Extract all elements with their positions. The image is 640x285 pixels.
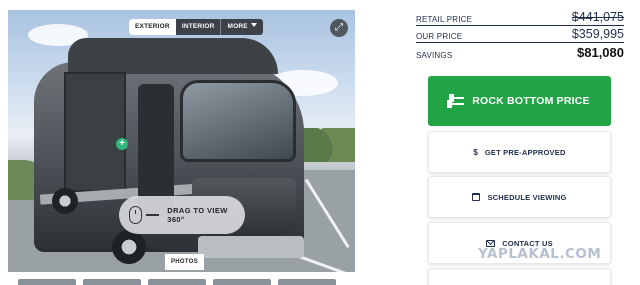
savings-value: $81,080	[577, 45, 624, 60]
rock-bottom-price-label: ROCK BOTTOM PRICE	[472, 95, 590, 107]
savings-row: SAVINGS $81,080	[416, 45, 624, 60]
our-price-label: OUR PRICE	[416, 32, 463, 41]
plus-icon[interactable]: +	[116, 138, 128, 150]
thumbnail[interactable]	[278, 279, 336, 285]
schedule-viewing-label: SCHEDULE VIEWING	[487, 192, 567, 202]
get-pre-approved-label: GET PRE-APPROVED	[484, 147, 566, 157]
tab-exterior[interactable]: EXTERIOR	[129, 19, 176, 35]
thumbnail[interactable]	[148, 279, 206, 285]
photos-button[interactable]: PHOTOS	[165, 254, 205, 270]
tab-more-label: MORE	[227, 23, 248, 30]
mouse-icon	[129, 206, 142, 224]
calendar-icon	[472, 193, 481, 201]
rv-roof	[68, 38, 278, 74]
dollar-icon: $	[473, 147, 478, 157]
more-button[interactable]	[428, 268, 611, 285]
divider	[416, 25, 624, 26]
tab-more[interactable]: MORE	[220, 19, 262, 35]
retail-price-label: RETAIL PRICE	[416, 15, 473, 24]
drag-line	[145, 214, 160, 216]
rv-wheel	[52, 188, 78, 214]
swap-arrows-icon	[447, 94, 465, 108]
thumbnail[interactable]	[18, 279, 76, 285]
rv-slideout	[64, 72, 126, 192]
rv-bumper	[198, 236, 304, 258]
retail-price-value: $441,075	[571, 10, 624, 24]
schedule-viewing-button[interactable]: SCHEDULE VIEWING	[428, 176, 611, 218]
thumbnail[interactable]	[213, 279, 271, 285]
rv-windshield	[180, 80, 296, 162]
thumbnail[interactable]	[83, 279, 141, 285]
tab-interior[interactable]: INTERIOR	[176, 19, 221, 35]
thumbnail-strip	[8, 279, 355, 285]
our-price-value: $359,995	[571, 27, 624, 41]
drag-360-hint[interactable]: DRAG TO VIEW 360°	[119, 196, 245, 234]
chevron-down-icon	[250, 23, 257, 27]
retail-price-row: RETAIL PRICE $441,075	[416, 10, 624, 24]
expand-icon[interactable]: ⤢	[330, 19, 348, 37]
rock-bottom-price-button[interactable]: ROCK BOTTOM PRICE	[428, 76, 611, 126]
our-price-row: OUR PRICE $359,995	[416, 27, 624, 41]
divider	[416, 42, 624, 43]
page: EXTERIOR INTERIOR MORE ⤢ + DRAG TO VIEW …	[0, 0, 640, 285]
watermark: YAPLAKAL.COM	[478, 246, 602, 262]
photo-gallery[interactable]: EXTERIOR INTERIOR MORE ⤢ + DRAG TO VIEW …	[8, 10, 355, 272]
get-pre-approved-button[interactable]: $ GET PRE-APPROVED	[428, 131, 611, 173]
drag-hint-text: DRAG TO VIEW 360°	[167, 206, 228, 224]
savings-label: SAVINGS	[416, 51, 453, 60]
rv-wheel	[112, 230, 146, 264]
gallery-view-tabs: EXTERIOR INTERIOR MORE	[129, 19, 263, 35]
